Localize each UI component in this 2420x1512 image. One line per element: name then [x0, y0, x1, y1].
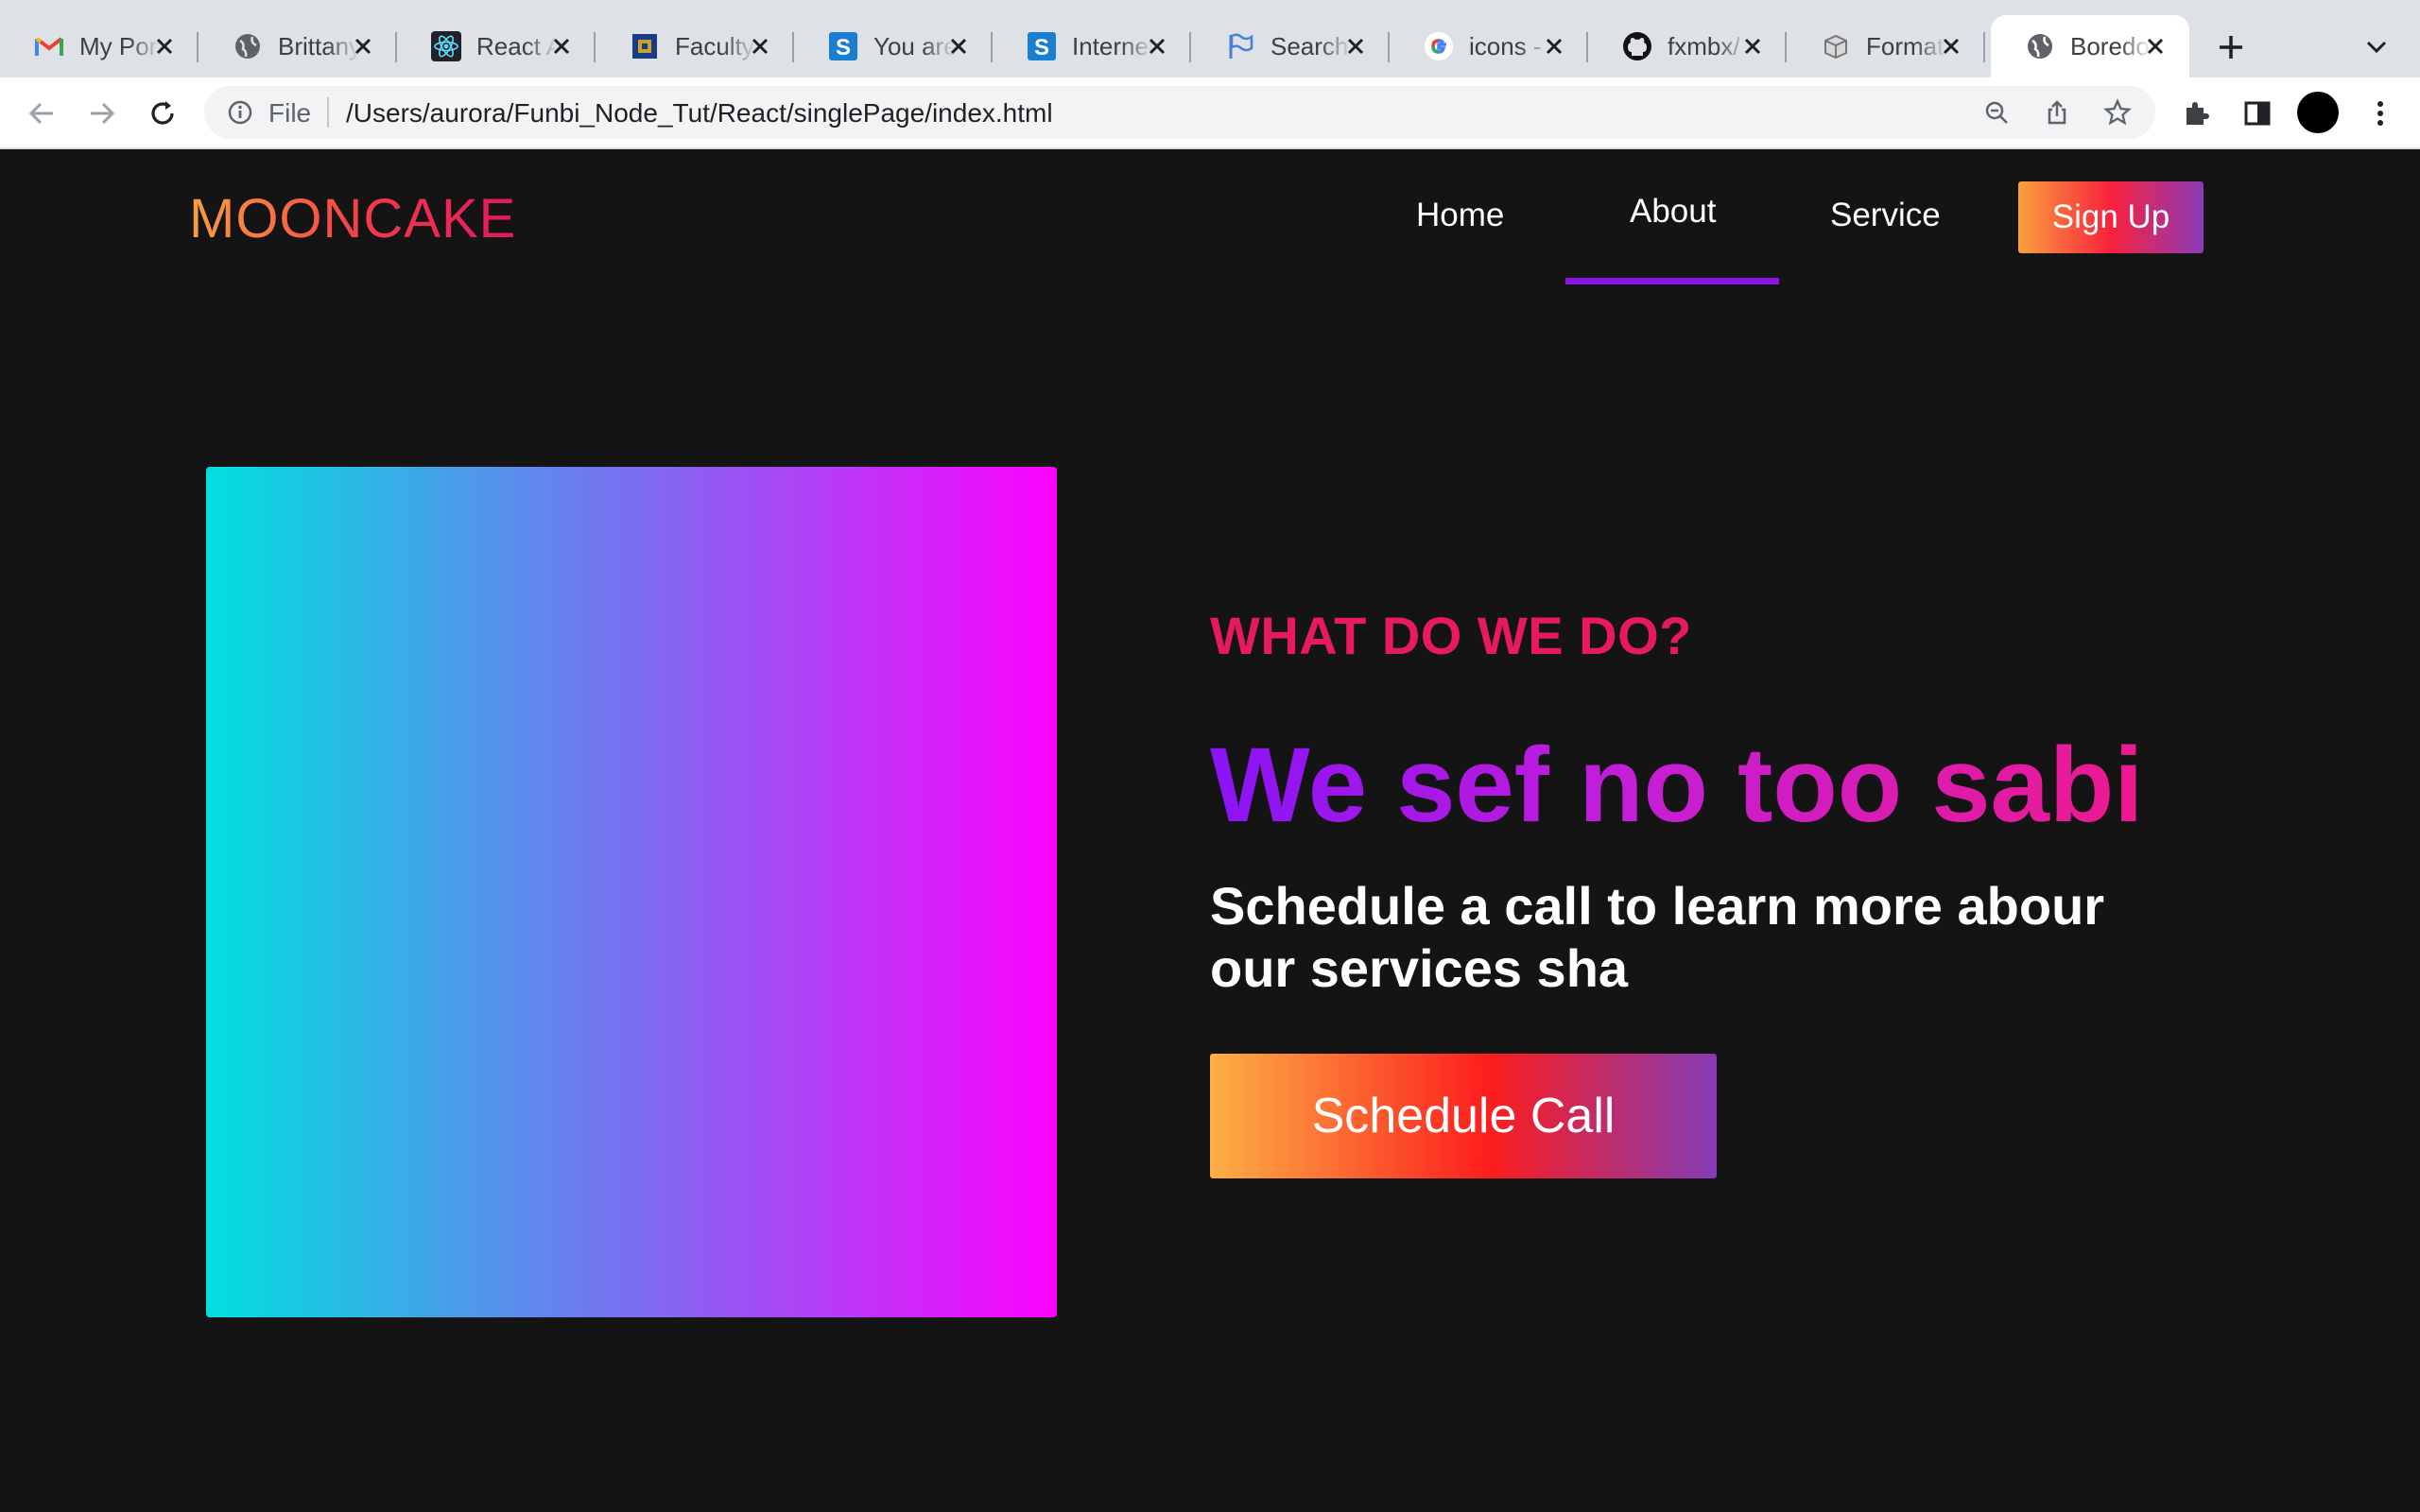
address-bar[interactable]: File /Users/aurora/Funbi_Node_Tut/React/…	[204, 86, 2155, 139]
tab-title: React App	[476, 31, 558, 60]
schedule-call-button[interactable]: Schedule Call	[1210, 1054, 1717, 1178]
react-icon	[431, 31, 461, 61]
tab-icons[interactable]: icons -	[1390, 15, 1588, 77]
faculty-icon	[630, 31, 660, 61]
tab-brittany[interactable]: Brittany Chiang	[199, 15, 397, 77]
tab-title: Brittany Chiang	[278, 31, 359, 60]
svg-text:S: S	[1034, 35, 1049, 60]
tab-search[interactable]: Search	[1191, 15, 1390, 77]
tab-my-portfolio[interactable]: My Portfolio	[0, 15, 199, 77]
close-icon[interactable]	[1541, 33, 1567, 60]
tab-boredom[interactable]: Boredom	[1991, 15, 2189, 77]
tab-title: Boredom	[2070, 31, 2152, 60]
tab-title: Format	[1866, 31, 1945, 60]
close-icon[interactable]	[2142, 33, 2169, 60]
github-icon	[1622, 31, 1652, 61]
address-url[interactable]: /Users/aurora/Funbi_Node_Tut/React/singl…	[346, 98, 1053, 129]
bookmark-star-icon[interactable]	[2102, 97, 2133, 128]
arrow-right-icon	[91, 102, 115, 125]
nav-home[interactable]: Home	[1416, 197, 1504, 234]
hero-headline: We sef no too sabi	[1210, 726, 2144, 844]
close-icon[interactable]	[1342, 33, 1369, 60]
close-icon[interactable]	[1144, 33, 1170, 60]
tab-internet[interactable]: S Internet	[993, 15, 1191, 77]
google-icon	[1424, 31, 1454, 61]
forward-button[interactable]	[83, 94, 121, 132]
close-icon[interactable]	[350, 33, 376, 60]
tab-you-are[interactable]: S You are	[794, 15, 993, 77]
tab-title: Internet	[1072, 31, 1153, 60]
svg-text:S: S	[836, 35, 851, 60]
nav-active-indicator	[1565, 278, 1779, 284]
globe-icon	[233, 31, 263, 61]
globe-icon	[2025, 31, 2055, 61]
address-divider	[327, 97, 329, 128]
tab-title: You are	[873, 31, 955, 60]
box-icon	[1821, 31, 1851, 61]
tab-faculty[interactable]: Faculty	[596, 15, 794, 77]
tab-format[interactable]: Format	[1787, 15, 1985, 77]
extensions-icon[interactable]	[2178, 94, 2216, 132]
plus-icon	[2220, 36, 2242, 59]
browser-toolbar: File /Users/aurora/Funbi_Node_Tut/React/…	[0, 77, 2420, 149]
s-logo-icon: S	[1027, 31, 1057, 61]
close-icon[interactable]	[747, 33, 773, 60]
reload-button[interactable]	[144, 94, 182, 132]
gmail-icon	[34, 31, 64, 61]
tab-react-app[interactable]: React App	[397, 15, 596, 77]
share-icon[interactable]	[2042, 97, 2072, 128]
sign-up-button[interactable]: Sign Up	[2018, 181, 2204, 253]
profile-avatar[interactable]	[2297, 92, 2339, 133]
browser-tab-strip: My Portfolio Brittany Chiang React App F…	[0, 0, 2420, 77]
info-icon[interactable]	[225, 97, 255, 128]
page-content: MOONCAKE Home About Service Sign Up WHAT…	[0, 149, 2420, 1512]
tab-search-button[interactable]	[2360, 30, 2394, 64]
back-button[interactable]	[23, 94, 60, 132]
close-icon[interactable]	[1938, 33, 1964, 60]
site-logo[interactable]: MOONCAKE	[189, 187, 516, 250]
side-panel-icon[interactable]	[2238, 94, 2276, 132]
new-tab-button[interactable]	[2212, 28, 2250, 66]
arrow-left-icon	[28, 102, 53, 125]
tab-title: Faculty	[675, 31, 754, 60]
close-icon[interactable]	[151, 33, 178, 60]
reload-icon	[151, 101, 174, 125]
chevron-down-icon	[2366, 41, 2387, 54]
tab-separator	[1983, 32, 1985, 62]
address-scheme-label: File	[268, 98, 312, 128]
more-menu-icon[interactable]	[2361, 94, 2399, 132]
tab-title: fxmbx/	[1668, 31, 1740, 60]
tab-title: icons -	[1469, 31, 1542, 60]
nav-about[interactable]: About	[1630, 193, 1716, 231]
flag-icon	[1225, 31, 1255, 61]
tab-title: My Portfolio	[79, 31, 161, 60]
close-icon[interactable]	[945, 33, 972, 60]
hero-subtext: Schedule a call to learn more abour our …	[1210, 876, 2105, 998]
tab-title: Search	[1270, 31, 1349, 60]
hero-image-placeholder	[206, 467, 1057, 1317]
zoom-icon[interactable]	[1981, 97, 2012, 128]
close-icon[interactable]	[548, 33, 575, 60]
close-icon[interactable]	[1739, 33, 1766, 60]
section-kicker: WHAT DO WE DO?	[1210, 606, 1692, 665]
nav-service[interactable]: Service	[1830, 197, 1941, 234]
s-logo-icon: S	[828, 31, 858, 61]
tab-github[interactable]: fxmbx/	[1588, 15, 1787, 77]
